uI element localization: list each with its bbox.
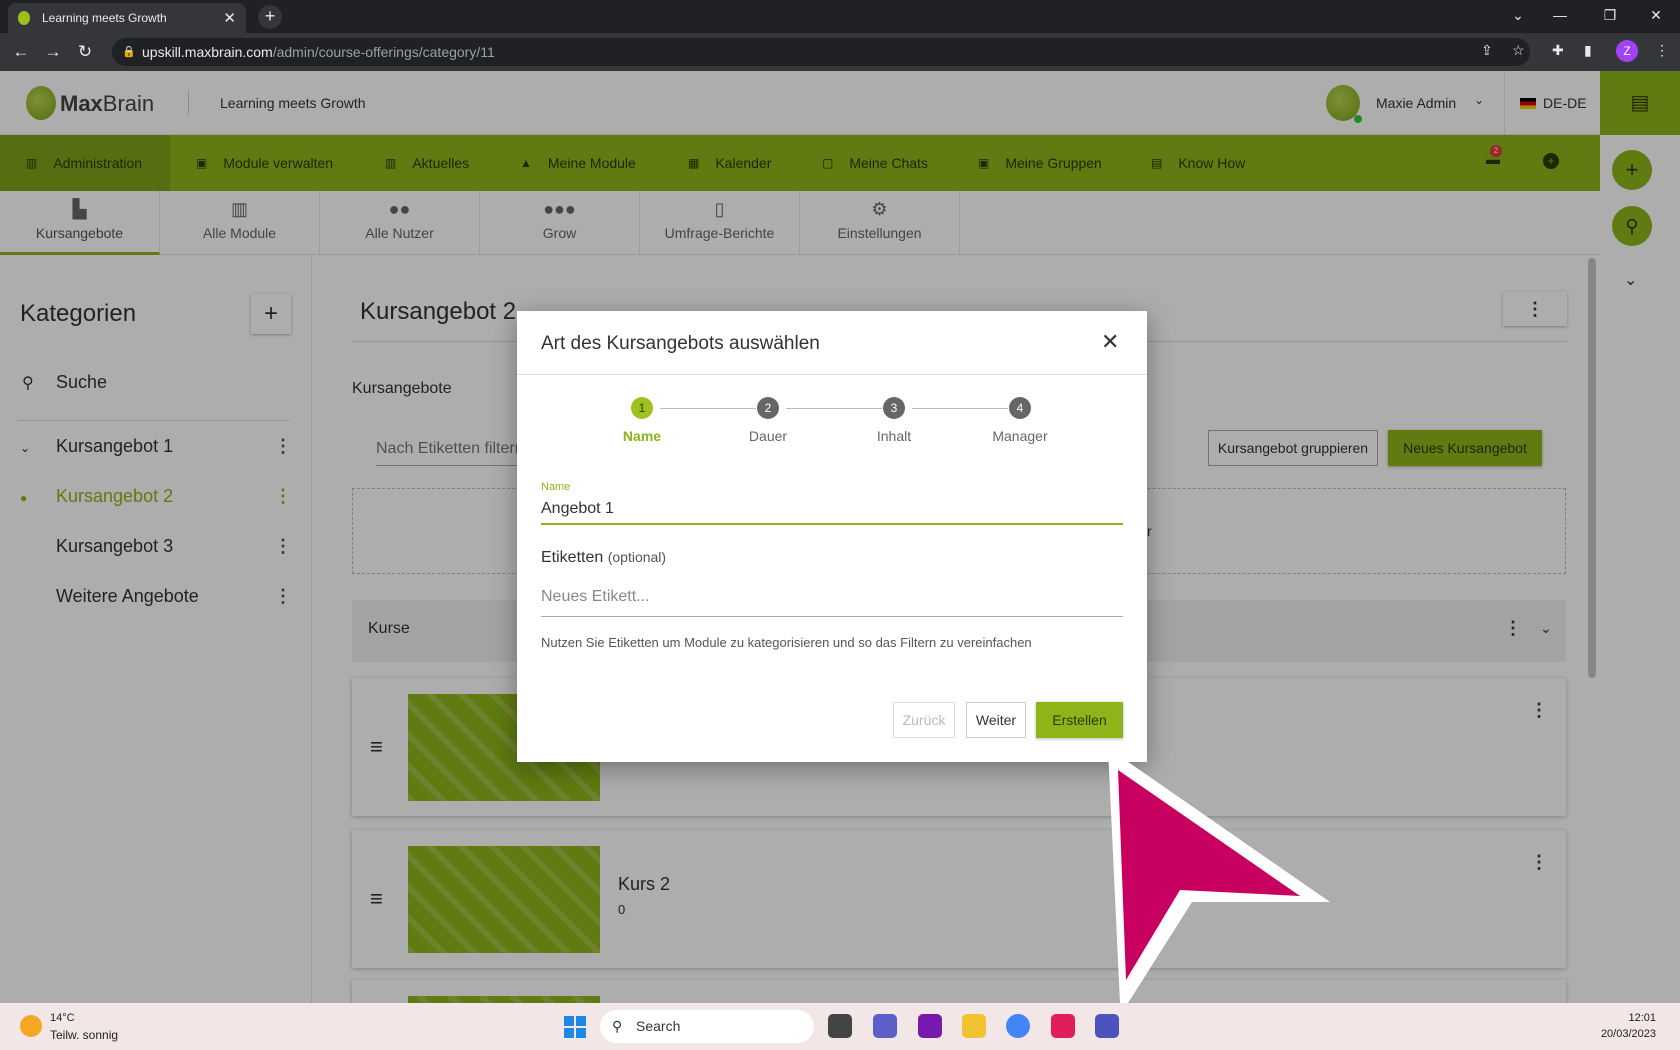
dialog-divider xyxy=(517,374,1147,375)
tags-hint: Nutzen Sie Etiketten um Module zu katego… xyxy=(541,635,1032,650)
back-button[interactable]: Zurück xyxy=(893,702,955,738)
browser-tab-title: Learning meets Growth xyxy=(42,11,167,25)
step-number: 2 xyxy=(757,397,779,419)
weather-condition: Teilw. sonnig xyxy=(50,1028,119,1042)
file-explorer-icon[interactable] xyxy=(962,1014,986,1038)
teams-icon[interactable] xyxy=(1095,1014,1119,1038)
step-manager[interactable]: 4 Manager xyxy=(970,397,1070,444)
close-window-button[interactable]: ✕ xyxy=(1636,0,1676,30)
browser-tab[interactable]: Learning meets Growth ✕ xyxy=(8,3,246,33)
weather-sun-icon[interactable] xyxy=(20,1015,42,1037)
step-inhalt[interactable]: 3 Inhalt xyxy=(844,397,944,444)
taskbar-time[interactable]: 12:01 xyxy=(1596,1012,1656,1024)
share-icon[interactable]: ⇪ xyxy=(1481,42,1493,59)
step-number: 4 xyxy=(1009,397,1031,419)
bookmark-star-icon[interactable]: ☆ xyxy=(1512,42,1525,59)
reload-icon[interactable]: ↻ xyxy=(74,42,96,62)
forward-icon[interactable]: → xyxy=(42,42,64,62)
new-tab-button[interactable]: + xyxy=(258,5,282,29)
chrome-icon[interactable] xyxy=(1006,1014,1030,1038)
browser-toolbar: ← → ↻ 🔒 upskill.maxbrain.com/admin/cours… xyxy=(0,33,1680,71)
address-bar[interactable]: 🔒 upskill.maxbrain.com/admin/course-offe… xyxy=(112,38,1530,66)
tab-search-icon[interactable]: ⌄ xyxy=(1498,0,1538,30)
onenote-icon[interactable] xyxy=(918,1014,942,1038)
favicon-icon xyxy=(18,11,30,25)
tags-optional-text: (optional) xyxy=(607,549,667,565)
step-label: Inhalt xyxy=(876,428,912,444)
dialog-title: Art des Kursangebots auswählen xyxy=(541,333,820,354)
taskbar-date[interactable]: 20/03/2023 xyxy=(1580,1028,1656,1040)
windows-start-icon[interactable] xyxy=(564,1016,586,1038)
weather-temperature: 14°C xyxy=(50,1012,75,1024)
lock-icon: 🔒 xyxy=(122,46,136,58)
slack-icon[interactable] xyxy=(1051,1014,1075,1038)
restore-button[interactable]: ❐ xyxy=(1590,0,1630,30)
offering-type-dialog: Art des Kursangebots auswählen ✕ 1 Name 2… xyxy=(517,311,1147,762)
step-number: 3 xyxy=(883,397,905,419)
url-path: /admin/course-offerings/category/11 xyxy=(272,44,495,60)
step-name[interactable]: 1 Name xyxy=(592,397,692,444)
url-host: upskill.maxbrain.com xyxy=(142,44,273,60)
next-button[interactable]: Weiter xyxy=(966,702,1026,738)
tags-label-text: Etiketten xyxy=(541,549,604,566)
search-icon: ⚲ xyxy=(612,1018,623,1034)
step-number: 1 xyxy=(631,397,653,419)
step-label: Dauer xyxy=(748,428,788,444)
taskbar-search[interactable]: ⚲ Search xyxy=(600,1010,814,1043)
create-button[interactable]: Erstellen xyxy=(1036,702,1123,738)
profile-avatar[interactable]: Z xyxy=(1616,40,1638,62)
task-view-icon[interactable] xyxy=(828,1014,852,1038)
close-icon[interactable]: ✕ xyxy=(1101,329,1119,355)
step-label: Name xyxy=(622,428,662,444)
step-label: Manager xyxy=(992,428,1048,444)
step-dauer[interactable]: 2 Dauer xyxy=(718,397,818,444)
name-field-label: Name xyxy=(541,481,571,493)
teams-chat-icon[interactable] xyxy=(873,1014,897,1038)
browser-tabbar: Learning meets Growth ✕ + ⌄ — ❐ ✕ xyxy=(0,0,1680,33)
browser-menu-icon[interactable]: ⋮ xyxy=(1655,42,1669,59)
windows-taskbar: 14°C Teilw. sonnig ⚲ Search 12:01 20/03/2… xyxy=(0,1003,1680,1050)
tags-input[interactable] xyxy=(541,577,1123,617)
back-icon[interactable]: ← xyxy=(10,42,32,62)
name-input[interactable] xyxy=(541,495,1123,525)
taskbar-search-label: Search xyxy=(636,1018,681,1034)
minimize-button[interactable]: — xyxy=(1540,0,1580,30)
extensions-icon[interactable]: ✚ xyxy=(1552,42,1564,59)
tags-field-label: Etiketten (optional) xyxy=(541,549,666,567)
close-tab-icon[interactable]: ✕ xyxy=(223,9,236,27)
sidepanel-icon[interactable]: ▮ xyxy=(1584,42,1592,59)
